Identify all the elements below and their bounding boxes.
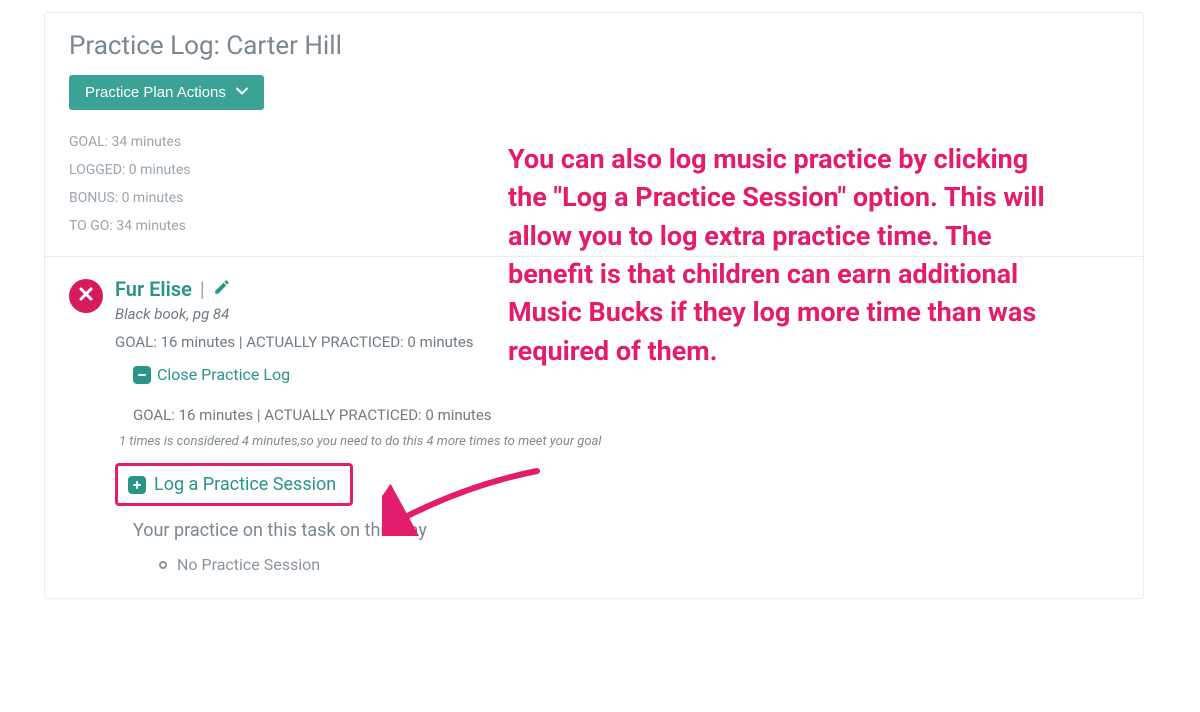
close-practice-log-label: Close Practice Log [157, 365, 290, 384]
edit-icon [213, 277, 231, 301]
goal-hint-text: 1 times is considered 4 minutes,so you n… [119, 434, 1119, 449]
task-separator: | [200, 277, 205, 301]
close-practice-log-button[interactable]: Close Practice Log [133, 365, 290, 384]
stat-togo: TO GO: 34 minutes [69, 212, 1119, 240]
practice-plan-actions-button[interactable]: Practice Plan Actions [69, 75, 264, 110]
minus-icon [133, 366, 151, 384]
plus-icon [128, 476, 146, 494]
practice-plan-actions-label: Practice Plan Actions [85, 84, 226, 101]
task-block: Fur Elise | Black book, pg 84 GOAL: 16 m… [45, 257, 1143, 598]
stat-goal: GOAL: 34 minutes [69, 128, 1119, 156]
remove-task-button[interactable] [69, 279, 103, 313]
task-subtitle: Black book, pg 84 [115, 305, 1119, 323]
stat-logged: LOGGED: 0 minutes [69, 156, 1119, 184]
practice-stats: GOAL: 34 minutes LOGGED: 0 minutes BONUS… [69, 128, 1119, 240]
chevron-down-icon [236, 84, 248, 101]
task-title-row: Fur Elise | [115, 277, 1119, 301]
practice-day-heading: Your practice on this task on this day [133, 520, 1119, 541]
log-practice-session-button[interactable]: Log a Practice Session [115, 463, 353, 506]
practice-log-panel: Practice Log: Carter Hill Practice Plan … [44, 12, 1144, 599]
task-body: Fur Elise | Black book, pg 84 GOAL: 16 m… [115, 277, 1119, 574]
bullet-icon [159, 561, 167, 569]
stat-bonus: BONUS: 0 minutes [69, 184, 1119, 212]
log-practice-session-label: Log a Practice Session [154, 474, 336, 495]
page-title: Practice Log: Carter Hill [69, 31, 1119, 61]
no-session-row: No Practice Session [159, 555, 1119, 574]
panel-header: Practice Log: Carter Hill Practice Plan … [45, 13, 1143, 256]
no-session-text: No Practice Session [177, 555, 320, 574]
close-icon [78, 286, 94, 306]
edit-task-button[interactable] [213, 277, 231, 301]
task-goal-line: GOAL: 16 minutes | ACTUALLY PRACTICED: 0… [115, 333, 1119, 351]
task-title[interactable]: Fur Elise [115, 277, 192, 301]
task-inner-goal-line: GOAL: 16 minutes | ACTUALLY PRACTICED: 0… [133, 406, 1119, 424]
